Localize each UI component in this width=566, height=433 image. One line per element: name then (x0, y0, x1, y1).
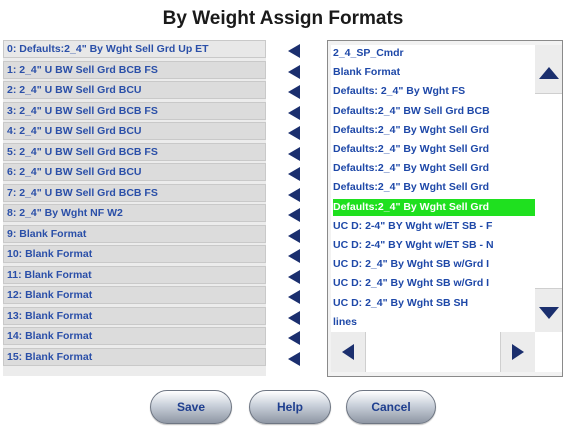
slot-row[interactable]: 1: 2_4" U BW Sell Grd BCB FS (3, 60, 266, 79)
assign-arrow-button[interactable] (288, 44, 300, 58)
slot-row[interactable]: 7: 2_4" U BW Sell Grd BCB FS (3, 183, 266, 202)
format-list-item[interactable]: Defaults:2_4" By Wght Sell Grd (333, 122, 535, 139)
assign-arrow-button[interactable] (288, 351, 300, 366)
slot-row[interactable]: 2: 2_4" U BW Sell Grd BCU (3, 81, 266, 99)
triangle-left-icon (342, 344, 354, 360)
format-list-item[interactable]: 2_4_SP_Cmdr (333, 45, 535, 62)
triangle-left-icon (288, 187, 300, 202)
help-button[interactable]: Help (249, 390, 331, 424)
cancel-button[interactable]: Cancel (346, 390, 436, 424)
assign-arrow-button[interactable] (288, 331, 300, 345)
format-list-item[interactable]: Defaults:2_4" By Wght Sell Grd (333, 141, 535, 158)
assign-arrow-button[interactable] (288, 208, 300, 222)
assign-arrow-button[interactable] (288, 269, 300, 284)
assign-arrow-button[interactable] (288, 146, 300, 161)
format-list-item[interactable]: Blank Format (333, 64, 535, 81)
triangle-up-icon (538, 67, 559, 79)
triangle-left-icon (288, 228, 300, 243)
format-list-item[interactable]: UC D: 2-4" BY Wght w/ET SB - N (333, 237, 535, 254)
triangle-left-icon (288, 290, 300, 304)
slot-row[interactable]: 11: Blank Format (3, 265, 266, 284)
scroll-right-button[interactable] (501, 332, 535, 372)
triangle-left-icon (288, 331, 300, 345)
triangle-left-icon (288, 310, 300, 325)
page-title: By Weight Assign Formats (162, 8, 404, 29)
vertical-scroll-track[interactable] (535, 93, 562, 289)
format-list-item[interactable]: Defaults:2_4" By Wght Sell Grd (333, 179, 535, 196)
assign-arrow-button[interactable] (288, 228, 300, 243)
triangle-left-icon (288, 351, 300, 366)
triangle-down-icon (538, 307, 559, 319)
slot-row[interactable]: 15: Blank Format (3, 347, 266, 366)
assign-arrow-button[interactable] (288, 249, 300, 263)
horizontal-scroll-track[interactable] (365, 332, 501, 372)
format-list-item[interactable]: Defaults:2_4" BW Sell Grd BCB (333, 103, 535, 120)
triangle-left-icon (288, 44, 300, 58)
triangle-left-icon (288, 208, 300, 222)
slot-row[interactable]: 10: Blank Format (3, 245, 266, 263)
assign-arrow-button[interactable] (288, 105, 300, 120)
triangle-left-icon (288, 146, 300, 161)
slot-list: 0: Defaults:2_4" By Wght Sell Grd Up ET 1… (3, 40, 266, 376)
horizontal-scrollbar[interactable] (331, 332, 535, 372)
triangle-left-icon (288, 269, 300, 284)
triangle-left-icon (288, 126, 300, 140)
triangle-left-icon (288, 64, 300, 79)
save-button[interactable]: Save (150, 390, 232, 424)
triangle-right-icon (512, 344, 524, 360)
slot-row[interactable]: 0: Defaults:2_4" By Wght Sell Grd Up ET (3, 40, 266, 58)
triangle-left-icon (288, 85, 300, 99)
format-list-panel: 2_4_SP_Cmdr Blank Format Defaults: 2_4" By… (327, 40, 563, 377)
slot-row[interactable]: 12: Blank Format (3, 286, 266, 304)
assign-arrow-button[interactable] (288, 167, 300, 181)
triangle-left-icon (288, 249, 300, 263)
slot-row[interactable]: 14: Blank Format (3, 327, 266, 345)
slot-row[interactable]: 5: 2_4" U BW Sell Grd BCB FS (3, 142, 266, 161)
vertical-scrollbar[interactable] (535, 45, 562, 332)
assign-arrow-button[interactable] (288, 187, 300, 202)
slot-row[interactable]: 4: 2_4" U BW Sell Grd BCU (3, 122, 266, 140)
format-list-item[interactable]: Defaults:2_4" By Wght Sell Grd (333, 160, 535, 177)
assign-arrow-button[interactable] (288, 126, 300, 140)
button-bar: Save Help Cancel (0, 390, 566, 426)
scroll-up-button[interactable] (535, 59, 562, 89)
format-list-item[interactable]: UC D: 2_4" By Wght SB w/Grd I (333, 275, 535, 292)
format-list-item[interactable]: UC D: 2_4" By Wght SB SH (333, 295, 535, 312)
format-list-item[interactable]: lines (333, 314, 535, 331)
slot-row[interactable]: 6: 2_4" U BW Sell Grd BCU (3, 163, 266, 181)
assign-arrow-button[interactable] (288, 310, 300, 325)
scroll-left-button[interactable] (331, 332, 365, 372)
triangle-left-icon (288, 105, 300, 120)
scrollbar-corner (535, 332, 562, 372)
format-list[interactable]: 2_4_SP_Cmdr Blank Format Defaults: 2_4" By… (331, 45, 535, 332)
format-list-item[interactable]: Defaults: 2_4" By Wght FS (333, 83, 535, 100)
format-list-item[interactable]: Defaults:2_4" By Wght Sell Grd (333, 198, 535, 216)
slot-row[interactable]: 8: 2_4" By Wght NF W2 (3, 204, 266, 222)
format-list-item[interactable]: UC D: 2-4" BY Wght w/ET SB - F (333, 218, 535, 235)
slot-row[interactable]: 9: Blank Format (3, 224, 266, 243)
scroll-down-button[interactable] (535, 299, 562, 329)
slot-row[interactable]: 13: Blank Format (3, 306, 266, 325)
format-list-item[interactable]: UC D: 2_4" By Wght SB w/Grd I (333, 256, 535, 273)
assign-arrow-button[interactable] (288, 64, 300, 79)
assign-arrow-button[interactable] (288, 85, 300, 99)
assign-arrow-button[interactable] (288, 290, 300, 304)
slot-row[interactable]: 3: 2_4" U BW Sell Grd BCB FS (3, 101, 266, 120)
triangle-left-icon (288, 167, 300, 181)
